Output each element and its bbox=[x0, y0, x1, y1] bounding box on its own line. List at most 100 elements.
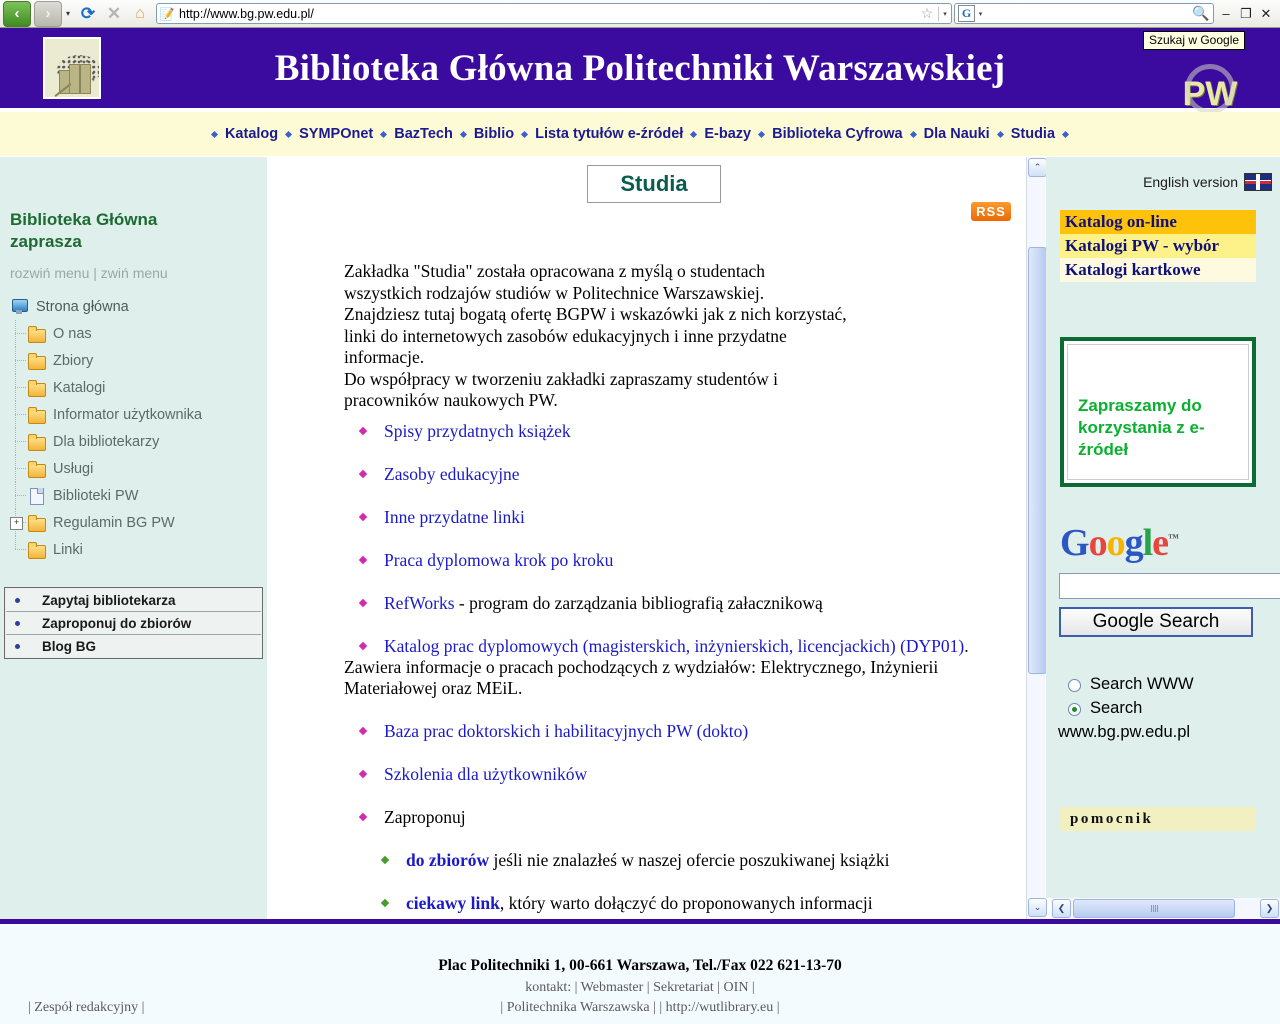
quick-link-blog-bg[interactable]: Blog BG bbox=[6, 635, 261, 657]
stop-button[interactable]: ✕ bbox=[102, 2, 126, 26]
catalog-link-1[interactable]: Katalog on-line bbox=[1060, 210, 1256, 234]
google-logo-o1: o bbox=[1088, 522, 1108, 564]
content-list-item: Baza prac doktorskich i habilitacyjnych … bbox=[344, 721, 984, 742]
content-list-item: RefWorks - program do zarządzania biblio… bbox=[344, 593, 984, 614]
folder-icon bbox=[27, 514, 46, 532]
restore-button[interactable]: ❐ bbox=[1236, 6, 1256, 22]
content-link[interactable]: Spisy przydatnych książek bbox=[384, 421, 571, 441]
radio-option-www[interactable]: Search WWW bbox=[1068, 675, 1278, 694]
catalog-link-label: Katalog on-line bbox=[1065, 212, 1177, 231]
scroll-up-button[interactable]: ⌃ bbox=[1028, 158, 1047, 177]
google-engine-icon: G bbox=[958, 5, 975, 22]
google-search-button[interactable]: Google Search bbox=[1059, 607, 1253, 637]
chevron-right-icon: ❯ bbox=[1265, 903, 1274, 913]
folder-icon bbox=[27, 379, 46, 397]
pomocnik-box[interactable]: pomocnik bbox=[1060, 807, 1256, 831]
content-link[interactable]: Praca dyplomowa krok po kroku bbox=[384, 550, 613, 570]
content-link[interactable]: Zasoby edukacyjne bbox=[384, 464, 520, 484]
bookmark-star-icon[interactable]: ☆ bbox=[916, 5, 938, 22]
tree-item-informator-u-ytkownika[interactable]: Informator użytkownika bbox=[6, 401, 267, 428]
nav-item-katalog[interactable]: Katalog bbox=[219, 126, 284, 142]
google-search-button-label: Google Search bbox=[1092, 611, 1220, 632]
menu-toggle-links: rozwiń menu | zwiń menu bbox=[10, 265, 267, 281]
content-link[interactable]: Katalog prac dyplomowych (magisterskich,… bbox=[384, 636, 964, 656]
search-engine-dropdown-icon[interactable]: ▾ bbox=[975, 10, 986, 18]
address-bar[interactable]: 📝 http://www.bg.pw.edu.pl/ ☆ ▾ bbox=[156, 3, 952, 24]
promo-box[interactable]: Zapraszamy do korzystania z e-źródeł bbox=[1060, 337, 1256, 487]
content-link[interactable]: RefWorks bbox=[384, 593, 455, 613]
green-diamond-bullet-icon bbox=[380, 898, 390, 908]
scroll-left-button[interactable]: ❮ bbox=[1052, 899, 1071, 918]
tree-item-label: Zbiory bbox=[53, 352, 94, 369]
nav-item-lista-tytu-w-e-r-de[interactable]: Lista tytułów e-źródeł bbox=[529, 126, 689, 142]
folder-icon bbox=[27, 460, 46, 478]
tree-item-zbiory[interactable]: Zbiory bbox=[6, 347, 267, 374]
tree-item-katalogi[interactable]: Katalogi bbox=[6, 374, 267, 401]
tree-item-linki[interactable]: Linki bbox=[6, 536, 267, 563]
tree-item-label: Informator użytkownika bbox=[53, 406, 203, 423]
content-sublink[interactable]: do zbiorów bbox=[406, 850, 489, 870]
google-scope-options: Search WWW Search www.bg.pw.edu.pl bbox=[1058, 675, 1278, 742]
search-icon[interactable]: 🔍 bbox=[1189, 5, 1213, 22]
scroll-right-button[interactable]: ❯ bbox=[1260, 899, 1279, 918]
main-content: Studia RSS Zakładka "Studia" została opr… bbox=[269, 157, 1026, 919]
radio-option-site[interactable]: Search bbox=[1068, 699, 1278, 718]
browser-search-box[interactable]: G ▾ 🔍 bbox=[954, 3, 1214, 24]
menu-bullet-icon bbox=[996, 130, 1004, 138]
chevron-left-icon: ❮ bbox=[1057, 903, 1066, 913]
forward-button[interactable]: › bbox=[34, 0, 62, 27]
footer-links[interactable]: | Politechnika Warszawska | | http://wut… bbox=[0, 1000, 1280, 1016]
footer-contact[interactable]: kontakt: | Webmaster | Sekretariat | OIN… bbox=[0, 980, 1280, 996]
scroll-thumb[interactable] bbox=[1028, 247, 1047, 674]
content-link[interactable]: Inne przydatne linki bbox=[384, 507, 525, 527]
radio-site-icon[interactable] bbox=[1068, 703, 1081, 716]
tree-item-dla-bibliotekarzy[interactable]: Dla bibliotekarzy bbox=[6, 428, 267, 455]
rss-button[interactable]: RSS bbox=[971, 202, 1011, 221]
nav-item-biblioteka-cyfrowa[interactable]: Biblioteka Cyfrowa bbox=[766, 126, 909, 142]
tree-item-biblioteki-pw[interactable]: Biblioteki PW bbox=[6, 482, 267, 509]
quick-link-label: Blog BG bbox=[42, 638, 96, 654]
home-button[interactable]: ⌂ bbox=[128, 2, 152, 26]
content-link[interactable]: Baza prac doktorskich i habilitacyjnych … bbox=[384, 721, 748, 741]
nav-item-symponet[interactable]: SYMPOnet bbox=[293, 126, 379, 142]
tree-item-strona-g-wna[interactable]: Strona główna bbox=[6, 293, 267, 320]
tree-expand-icon[interactable]: + bbox=[10, 517, 23, 530]
expand-menu-link[interactable]: rozwiń menu bbox=[10, 265, 89, 281]
quick-link-zapytaj-bibliotekarza[interactable]: Zapytaj bibliotekarza bbox=[6, 589, 261, 612]
english-version-link[interactable]: English version bbox=[1143, 173, 1272, 191]
reload-button[interactable]: ⟳ bbox=[76, 2, 100, 26]
menu-bullet-icon bbox=[521, 130, 529, 138]
reload-icon: ⟳ bbox=[80, 3, 96, 23]
history-dropdown-button[interactable]: ▾ bbox=[62, 2, 74, 26]
footer-editors[interactable]: | Zespół redakcyjny | bbox=[28, 1000, 144, 1016]
google-search-input[interactable] bbox=[1059, 573, 1280, 599]
url-text[interactable]: http://www.bg.pw.edu.pl/ bbox=[177, 7, 916, 21]
collapse-menu-link[interactable]: zwiń menu bbox=[101, 265, 168, 281]
tree-item-o-nas[interactable]: O nas bbox=[6, 320, 267, 347]
nav-item-biblio[interactable]: Biblio bbox=[468, 126, 520, 142]
scroll-down-button[interactable]: ⌄ bbox=[1028, 898, 1047, 917]
main-vertical-scrollbar[interactable]: ⌃ ⌄ bbox=[1026, 157, 1047, 919]
sidebar-horizontal-scrollbar[interactable]: ❮ ❯ bbox=[1051, 898, 1280, 918]
tree-item-us-ugi[interactable]: Usługi bbox=[6, 455, 267, 482]
content-sublink[interactable]: ciekawy link bbox=[406, 893, 500, 913]
catalog-link-2[interactable]: Katalogi PW - wybór bbox=[1060, 234, 1256, 258]
address-dropdown-icon[interactable]: ▾ bbox=[939, 10, 951, 18]
minimize-button[interactable]: – bbox=[1216, 6, 1236, 21]
nav-item-baztech[interactable]: BazTech bbox=[388, 126, 459, 142]
nav-item-dla-nauki[interactable]: Dla Nauki bbox=[918, 126, 996, 142]
radio-www-icon[interactable] bbox=[1068, 679, 1081, 692]
back-button[interactable]: ‹ bbox=[3, 0, 31, 27]
radio-site-url: www.bg.pw.edu.pl bbox=[1058, 723, 1191, 741]
horizontal-scroll-thumb[interactable] bbox=[1073, 899, 1235, 918]
page-footer: Plac Politechniki 1, 00-661 Warszawa, Te… bbox=[0, 924, 1280, 1024]
quick-link-zaproponuj-do-zbior-w[interactable]: Zaproponuj do zbiorów bbox=[6, 612, 261, 635]
tree-item-label: Biblioteki PW bbox=[53, 487, 139, 504]
nav-item-studia[interactable]: Studia bbox=[1005, 126, 1061, 142]
nav-item-e-bazy[interactable]: E-bazy bbox=[698, 126, 757, 142]
content-link[interactable]: Szkolenia dla użytkowników bbox=[384, 764, 587, 784]
close-window-button[interactable]: ✕ bbox=[1256, 6, 1276, 22]
tree-item-regulamin-bg-pw[interactable]: + Regulamin BG PW bbox=[6, 509, 267, 536]
catalog-link-3[interactable]: Katalogi kartkowe bbox=[1060, 258, 1256, 282]
diamond-bullet-icon bbox=[358, 469, 368, 479]
